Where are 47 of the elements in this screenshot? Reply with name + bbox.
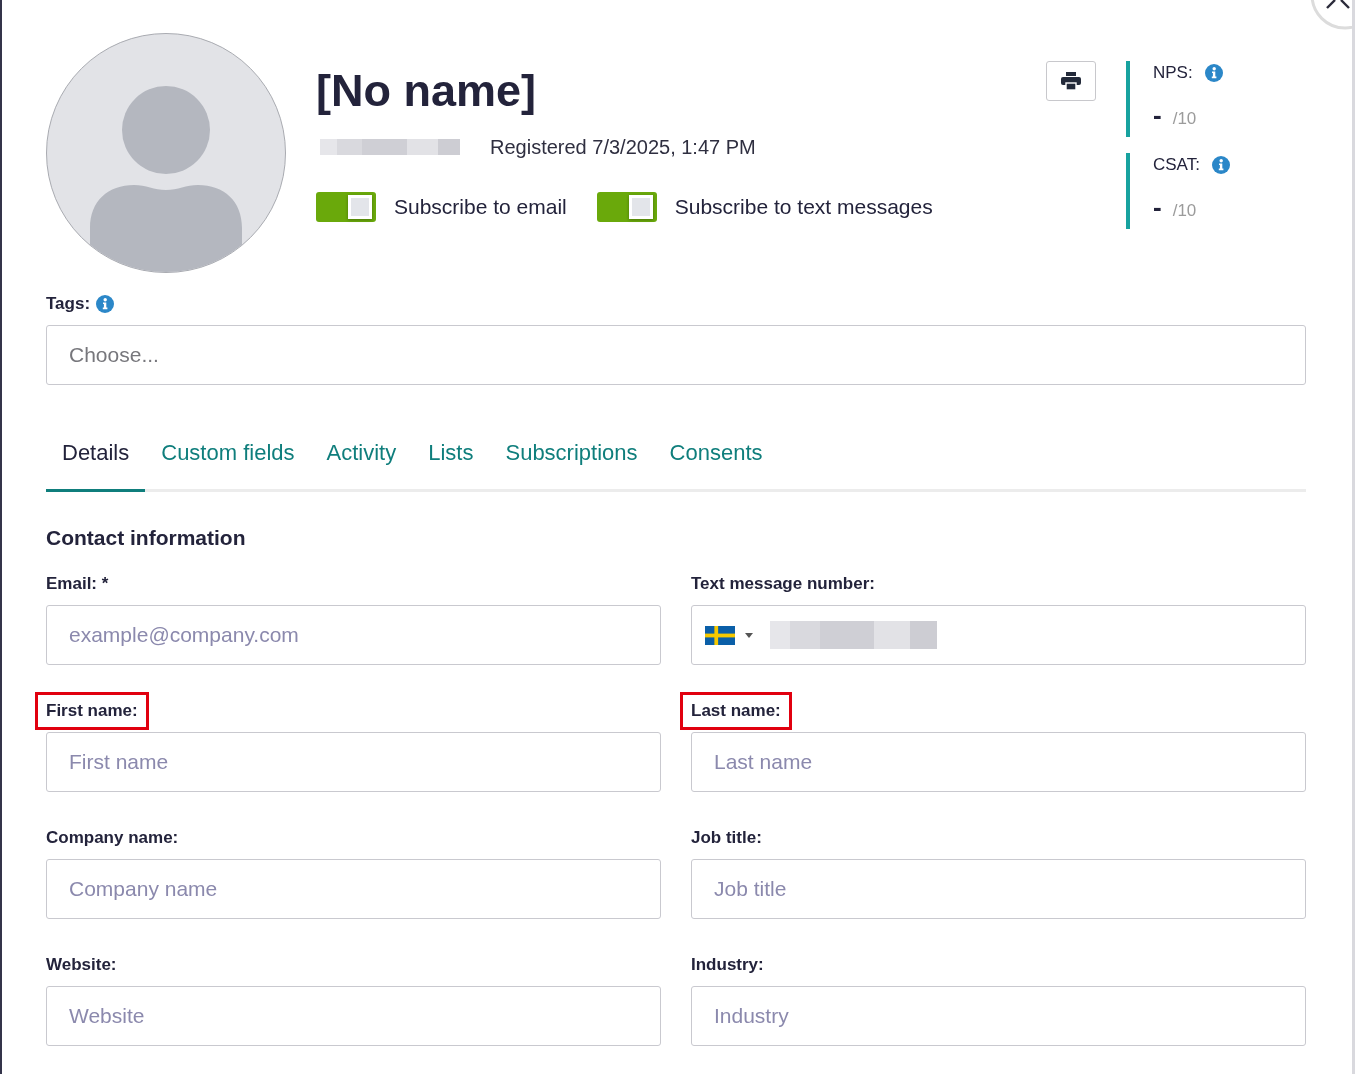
field-label: Job title: (691, 828, 762, 847)
printer-icon (1061, 72, 1081, 90)
section-title: Contact information (46, 525, 247, 551)
text-input[interactable]: Industry (691, 986, 1306, 1046)
score-label: NPS: (1153, 63, 1193, 83)
field-label: Industry: (691, 955, 764, 974)
field-label: Tags: (46, 294, 91, 314)
close-icon (1326, 0, 1350, 9)
field-label: Text message number: (691, 574, 875, 593)
tab[interactable]: Activity (310, 423, 413, 492)
toggle-switch[interactable] (316, 192, 376, 222)
registration-date: Registered 7/3/2025, 1:47 PM (490, 135, 756, 159)
tab[interactable]: Details (46, 423, 146, 492)
country-picker[interactable] (705, 625, 753, 645)
print-button[interactable] (1046, 61, 1096, 101)
tab[interactable]: Lists (412, 423, 490, 492)
tags-select[interactable]: Choose... (46, 325, 1306, 385)
score-value: - (1153, 103, 1162, 127)
text-input[interactable]: example@company.com (46, 605, 661, 665)
contact-name: [No name] (316, 64, 537, 118)
flag-icon (705, 625, 735, 645)
field-label: First name: (35, 692, 149, 730)
text-input[interactable]: Website (46, 986, 661, 1046)
field-label: Company name: (46, 828, 179, 847)
tab[interactable]: Custom fields (145, 423, 311, 492)
score-scale: /10 (1172, 108, 1197, 130)
info-icon[interactable] (1204, 64, 1223, 82)
caret-icon (745, 632, 753, 638)
field-label: Last name: (680, 692, 792, 730)
toggle-label: Subscribe to text messages (674, 194, 933, 220)
close-button[interactable] (1308, 0, 1352, 30)
score-label: CSAT: (1153, 155, 1200, 175)
toggle-label: Subscribe to email (394, 194, 567, 220)
field-label: Website: (46, 955, 117, 974)
text-input[interactable]: Job title (691, 859, 1306, 919)
toggle-switch[interactable] (596, 192, 657, 222)
score-scale: /10 (1172, 200, 1197, 222)
score-value: - (1153, 195, 1162, 219)
text-input[interactable]: First name (46, 732, 661, 792)
tab[interactable]: Consents (653, 423, 779, 492)
phone-input[interactable] (691, 605, 1306, 665)
tab[interactable]: Subscriptions (489, 423, 654, 492)
text-input[interactable]: Company name (46, 859, 661, 919)
info-icon[interactable] (1211, 156, 1230, 174)
info-icon[interactable] (96, 295, 115, 313)
text-input[interactable]: Last name (691, 732, 1306, 792)
field-label: Email: * (46, 574, 109, 593)
